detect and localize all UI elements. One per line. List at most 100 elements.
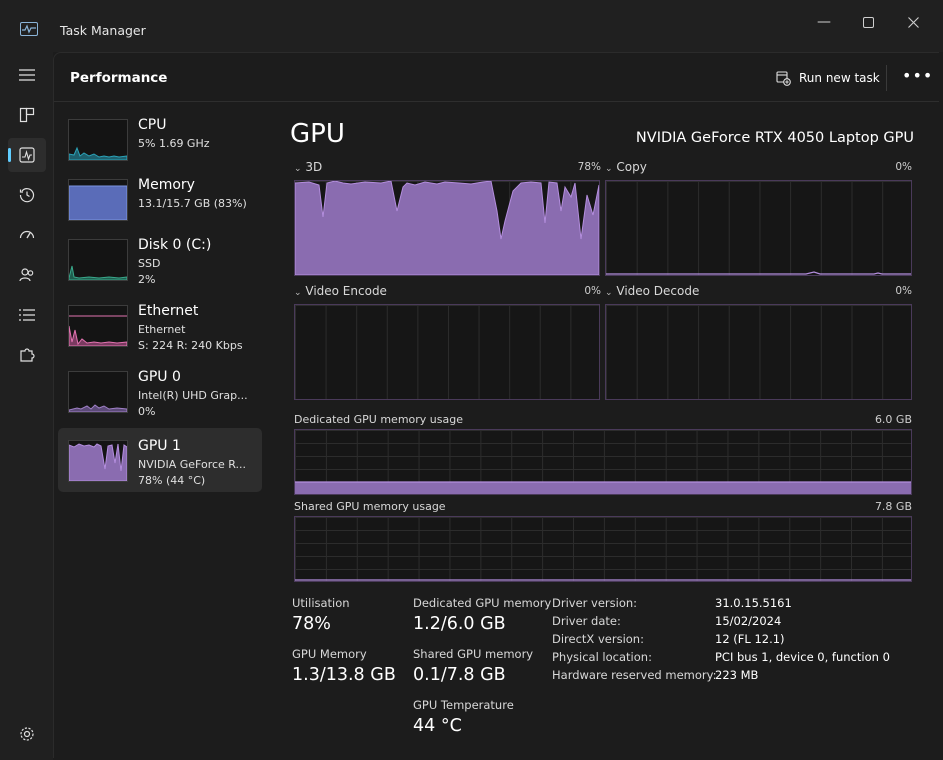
graph-dedicated-memory <box>294 429 912 495</box>
engine-label: Video Decode <box>616 284 700 298</box>
driver-date-key: Driver date: <box>552 614 621 628</box>
device-name: Memory <box>138 177 195 193</box>
graph-copy <box>605 180 912 276</box>
device-item-ethernet[interactable]: Ethernet Ethernet S: 224 R: 240 Kbps <box>58 293 262 357</box>
nav-processes[interactable] <box>8 98 46 132</box>
users-icon <box>19 268 34 282</box>
minimize-icon: — <box>817 14 831 30</box>
chevron-down-icon: ⌄ <box>294 288 302 298</box>
processes-icon <box>19 107 35 123</box>
hamburger-menu-button[interactable] <box>8 58 46 92</box>
device-name: Ethernet <box>138 303 199 319</box>
nav-users[interactable] <box>8 258 46 292</box>
nav-performance[interactable] <box>8 138 46 172</box>
device-detail: 0% <box>138 405 156 418</box>
device-name: CPU <box>138 117 167 133</box>
gpu1-thumbnail-graph <box>68 440 128 482</box>
chevron-down-icon: ⌄ <box>294 164 302 174</box>
nav-details[interactable] <box>8 298 46 332</box>
device-detail: Intel(R) UHD Grap... <box>138 389 248 402</box>
utilisation-value: 78% <box>292 614 331 634</box>
device-list: CPU 5% 1.69 GHz Memory 13.1/15.7 GB (83%… <box>54 102 264 758</box>
maximize-button[interactable] <box>845 8 891 36</box>
more-options-button[interactable]: ••• <box>902 66 933 85</box>
engine-selector-video-decode[interactable]: ⌄ Video Decode <box>605 284 699 298</box>
device-detail: S: 224 R: 240 Kbps <box>138 339 243 352</box>
speedometer-icon <box>19 230 35 239</box>
device-detail: 5% 1.69 GHz <box>138 137 210 150</box>
hardware-reserved-memory-value: 223 MB <box>715 668 759 682</box>
device-detail: NVIDIA GeForce R... <box>138 458 247 471</box>
device-item-disk[interactable]: Disk 0 (C:) SSD 2% <box>58 227 262 291</box>
shared-memory-label: Shared GPU memory <box>413 647 534 661</box>
left-navigation <box>0 52 53 760</box>
driver-version-key: Driver version: <box>552 596 638 610</box>
utilisation-label: Utilisation <box>292 596 350 610</box>
device-name: Disk 0 (C:) <box>138 237 212 253</box>
memory-thumbnail-graph <box>68 179 128 221</box>
run-new-task-button[interactable]: Run new task <box>776 69 880 87</box>
history-icon <box>19 188 35 203</box>
device-item-memory[interactable]: Memory 13.1/15.7 GB (83%) <box>58 167 262 231</box>
device-detail: 78% (44 °C) <box>138 474 206 487</box>
cpu-thumbnail-graph <box>68 119 128 161</box>
driver-version-value: 31.0.15.5161 <box>715 596 792 610</box>
engine-selector-video-encode[interactable]: ⌄ Video Encode <box>294 284 387 298</box>
device-item-gpu-1[interactable]: GPU 1 NVIDIA GeForce R... 78% (44 °C) <box>58 428 262 492</box>
maximize-icon <box>862 16 874 28</box>
run-new-task-label: Run new task <box>799 71 880 85</box>
graph-video-encode <box>294 304 600 400</box>
nav-app-history[interactable] <box>8 178 46 212</box>
graph-3d <box>294 180 600 276</box>
shared-memory-graph-label: Shared GPU memory usage <box>294 500 446 513</box>
ethernet-thumbnail-graph <box>68 305 128 347</box>
engine-label: Copy <box>616 160 647 174</box>
chevron-down-icon: ⌄ <box>605 288 613 298</box>
dedicated-memory-label: Dedicated GPU memory <box>413 596 552 610</box>
page-title: Performance <box>70 70 168 86</box>
dedicated-memory-value: 1.2/6.0 GB <box>413 614 506 634</box>
window-title: Task Manager <box>60 23 146 38</box>
puzzle-icon <box>20 348 35 362</box>
engine-value: 0% <box>895 285 912 297</box>
task-manager-window: Task Manager — Performance Run new task … <box>0 0 943 760</box>
header-separator <box>886 65 887 91</box>
engine-label: 3D <box>305 160 323 174</box>
engine-selector-3d[interactable]: ⌄ 3D <box>294 160 322 174</box>
device-detail: 2% <box>138 273 156 286</box>
disk-thumbnail-graph <box>68 239 128 281</box>
nav-settings[interactable] <box>8 717 46 751</box>
device-detail: SSD <box>138 257 161 270</box>
gpu-model-name: NVIDIA GeForce RTX 4050 Laptop GPU <box>635 130 914 146</box>
engine-value: 0% <box>584 285 601 297</box>
driver-date-value: 15/02/2024 <box>715 614 782 628</box>
gpu-memory-label: GPU Memory <box>292 647 367 661</box>
list-icon <box>19 309 35 321</box>
hardware-reserved-memory-key: Hardware reserved memory: <box>552 668 717 682</box>
graph-shared-memory <box>294 516 912 582</box>
gpu-memory-value: 1.3/13.8 GB <box>292 665 396 685</box>
gpu-detail-view: GPU NVIDIA GeForce RTX 4050 Laptop GPU ⌄… <box>290 102 915 758</box>
nav-services[interactable] <box>8 338 46 372</box>
engine-value: 0% <box>895 161 912 173</box>
engine-label: Video Encode <box>305 284 387 298</box>
close-button[interactable] <box>890 8 936 36</box>
device-detail: 13.1/15.7 GB (83%) <box>138 197 247 210</box>
device-item-gpu-0[interactable]: GPU 0 Intel(R) UHD Grap... 0% <box>58 359 262 423</box>
task-manager-app-icon <box>20 22 38 36</box>
device-name: GPU 1 <box>138 438 181 454</box>
page-header: Performance Run new task ••• <box>54 53 939 102</box>
nav-startup-apps[interactable] <box>8 218 46 252</box>
shared-memory-graph-max: 7.8 GB <box>874 500 912 513</box>
device-name: GPU 0 <box>138 369 181 385</box>
minimize-button[interactable]: — <box>801 8 847 36</box>
chevron-down-icon: ⌄ <box>605 164 613 174</box>
gpu-temperature-label: GPU Temperature <box>413 698 514 712</box>
dedicated-memory-graph-max: 6.0 GB <box>874 413 912 426</box>
engine-selector-copy[interactable]: ⌄ Copy <box>605 160 647 174</box>
close-icon <box>907 16 919 28</box>
directx-version-value: 12 (FL 12.1) <box>715 632 785 646</box>
physical-location-value: PCI bus 1, device 0, function 0 <box>715 650 890 664</box>
device-item-cpu[interactable]: CPU 5% 1.69 GHz <box>58 107 262 171</box>
performance-icon <box>19 147 35 163</box>
